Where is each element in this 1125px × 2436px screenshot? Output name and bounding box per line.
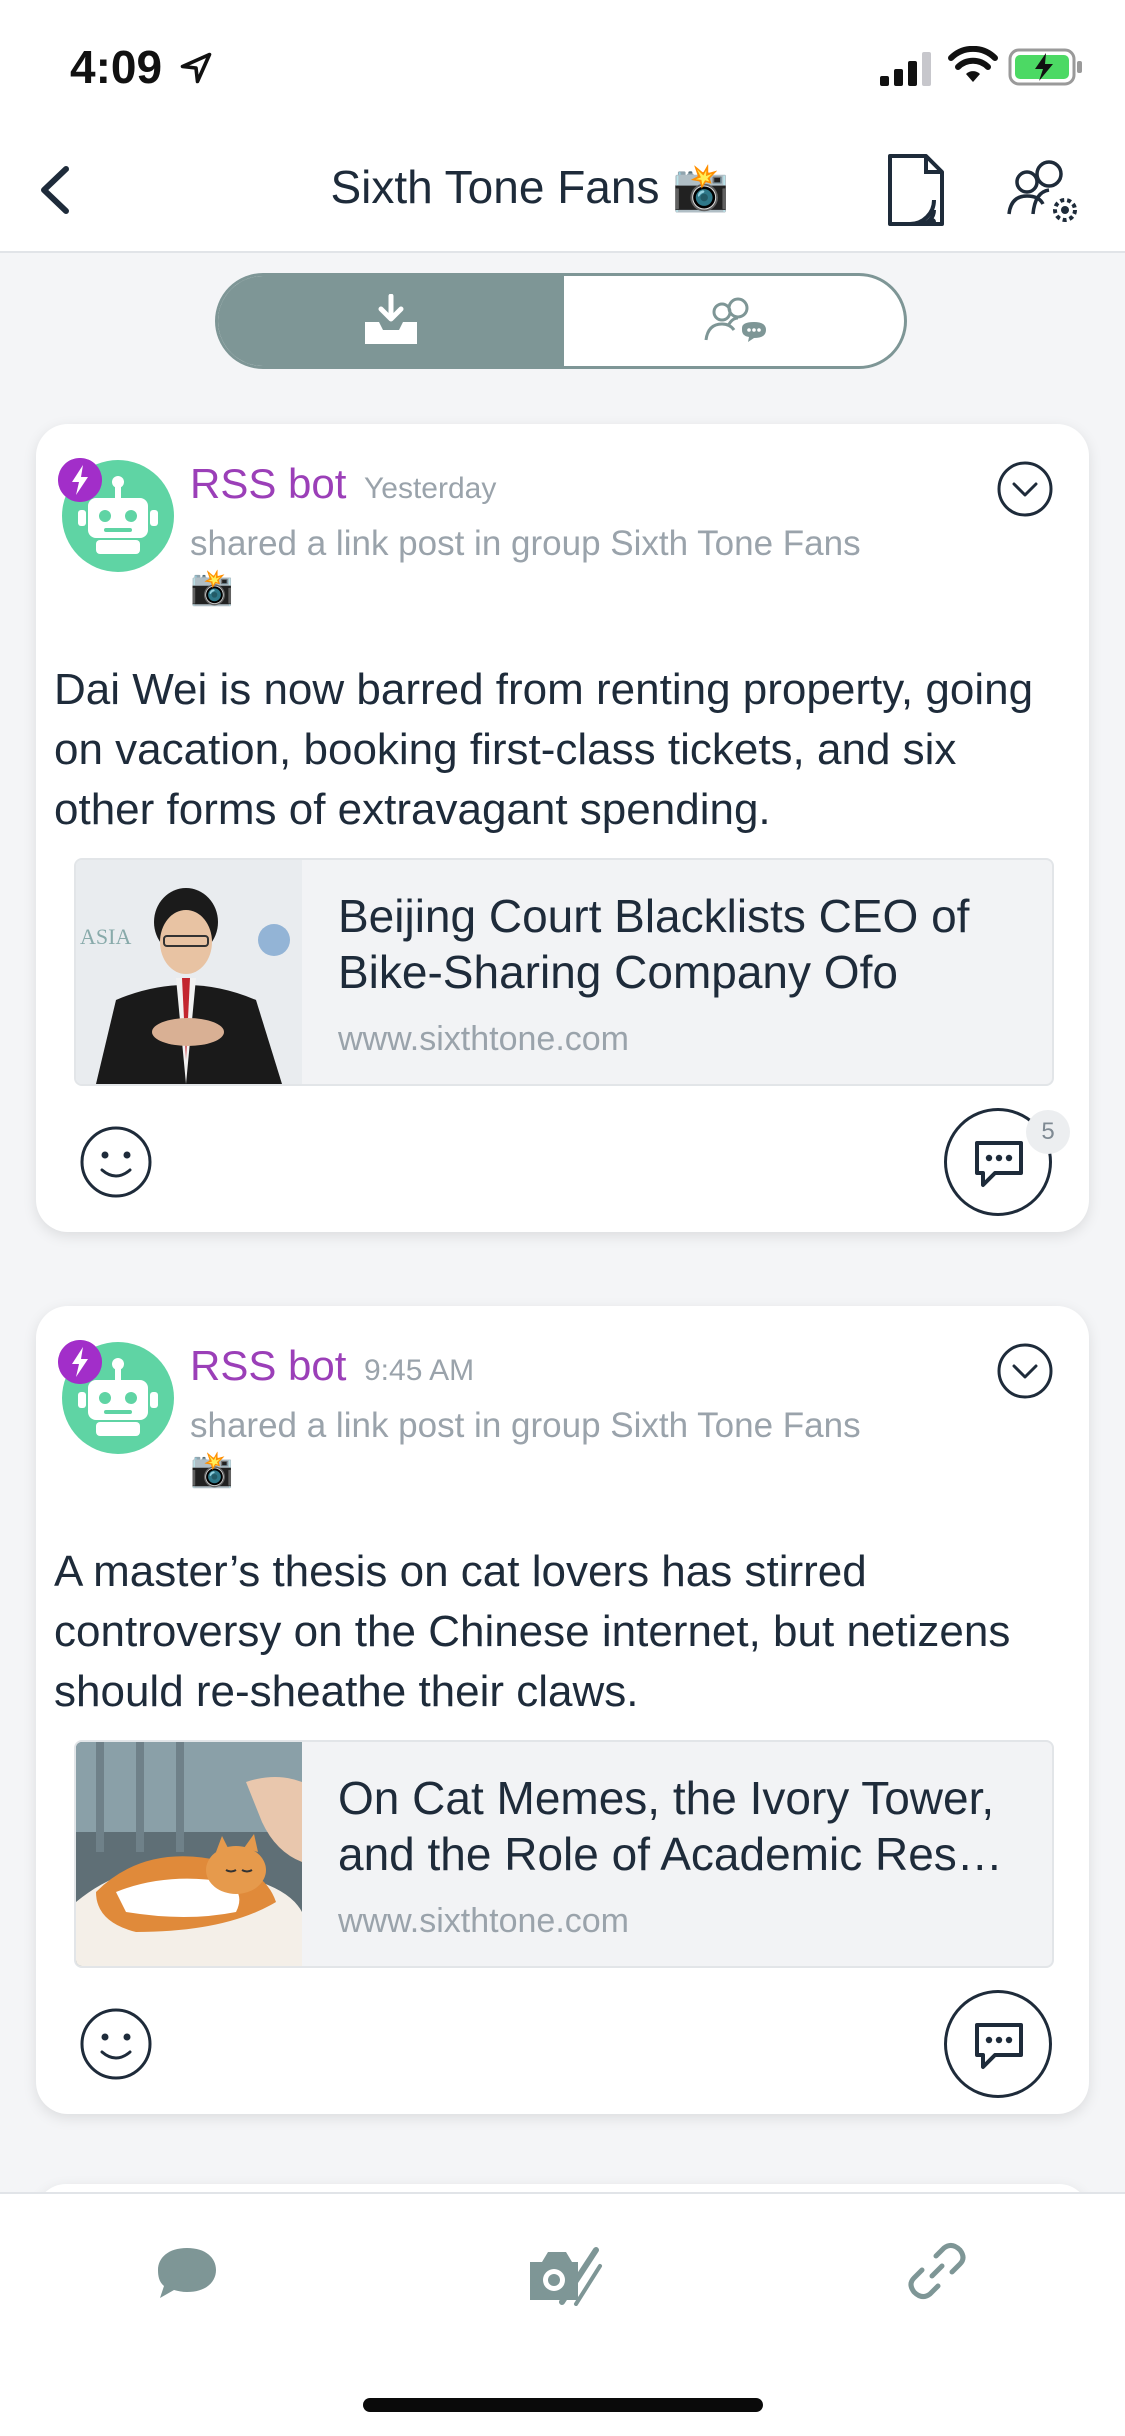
post-menu-button[interactable] <box>996 1342 1054 1400</box>
inbox-download-icon <box>365 294 417 344</box>
link-domain: www.sixthtone.com <box>338 1020 629 1058</box>
lightning-badge-icon <box>58 1340 102 1384</box>
svg-text:ASIA: ASIA <box>80 924 131 949</box>
chat-bubble-icon[interactable] <box>154 2244 220 2302</box>
post-author[interactable]: RSS bot <box>190 1342 346 1390</box>
link-thumbnail: ASIA <box>76 860 302 1084</box>
smiley-icon[interactable] <box>78 2006 154 2082</box>
status-time: 4:09 <box>70 41 163 93</box>
post-action-line: shared a link post in group Sixth Tone F… <box>190 1406 861 1445</box>
link-title: Beijing Court Blacklists CEO of Bike-Sha… <box>338 890 970 998</box>
post-author[interactable]: RSS bot <box>190 460 346 508</box>
location-arrow-icon <box>180 52 212 84</box>
link-domain: www.sixthtone.com <box>338 1902 629 1940</box>
post-action-line: shared a link post in group Sixth Tone F… <box>190 524 861 563</box>
post-text: Dai Wei is now barred from renting prope… <box>54 665 1034 834</box>
post-card: RSS bot Yesterday shared a link post in … <box>36 424 1089 1232</box>
battery-charging-icon <box>1008 48 1082 86</box>
post-timestamp: 9:45 AM <box>364 1354 475 1387</box>
comment-bubble-icon <box>975 2023 1023 2069</box>
lightning-badge-icon <box>58 458 102 502</box>
post-menu-button[interactable] <box>996 460 1054 518</box>
comment-count-badge: 5 <box>1026 1110 1070 1154</box>
post-text: A master’s thesis on cat lovers has stir… <box>54 1547 1011 1716</box>
group-emoji: 📸 <box>190 568 234 607</box>
view-switcher <box>215 273 907 369</box>
comment-button[interactable] <box>944 1990 1052 2098</box>
link-preview[interactable]: ASIA Beijing Court Blacklists CEO of Bik… <box>74 858 1054 1086</box>
post-timestamp: Yesterday <box>364 472 497 505</box>
link-title: On Cat Memes, the Ivory Tower, and the R… <box>338 1772 1003 1880</box>
group-emoji: 📸 <box>190 1450 234 1489</box>
page-title: Sixth Tone Fans 📸 <box>330 161 730 213</box>
link-icon[interactable] <box>906 2240 968 2302</box>
back-button[interactable] <box>30 155 80 225</box>
tab-inbox[interactable] <box>218 276 564 366</box>
group-settings-icon[interactable] <box>1005 152 1085 228</box>
comment-bubble-icon <box>975 1141 1023 1187</box>
post-card: RSS bot 9:45 AM shared a link post in gr… <box>36 1306 1089 2114</box>
cast-document-icon[interactable] <box>880 152 954 228</box>
members-chat-icon <box>704 297 766 342</box>
link-thumbnail <box>76 1742 302 1966</box>
tab-members-chat[interactable] <box>564 276 904 366</box>
link-preview[interactable]: On Cat Memes, the Ivory Tower, and the R… <box>74 1740 1054 1968</box>
wifi-icon <box>948 46 998 82</box>
smiley-icon[interactable] <box>78 1124 154 1200</box>
cellular-signal-icon <box>880 52 931 86</box>
camera-icon[interactable] <box>526 2244 604 2306</box>
home-indicator[interactable] <box>363 2398 763 2412</box>
